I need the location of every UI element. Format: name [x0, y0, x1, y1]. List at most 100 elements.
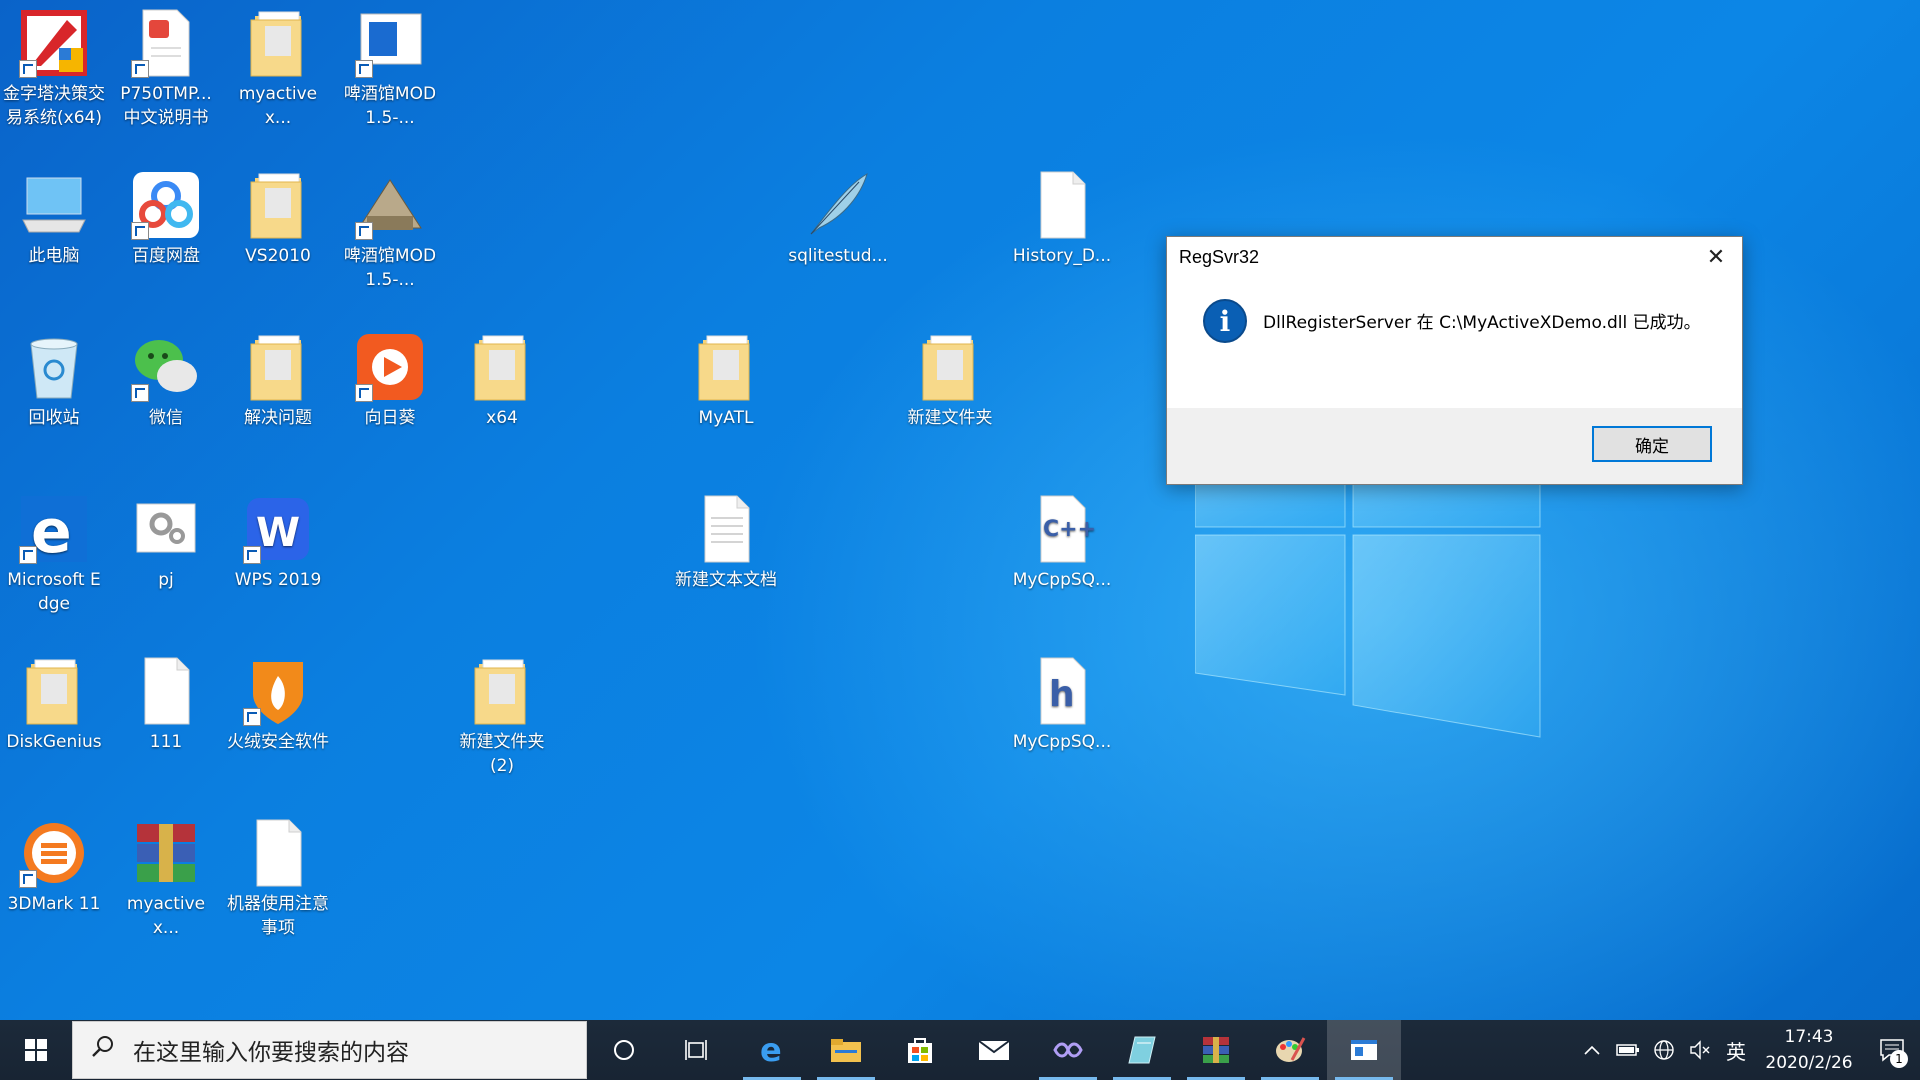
desktop-icon[interactable]: myactivex... [224, 0, 332, 130]
desktop-icon-label: VS2010 [245, 246, 311, 266]
desktop-icon-label: DiskGenius [6, 732, 102, 752]
desktop-icon[interactable]: 新建文件夹(2) [448, 648, 556, 778]
desktop-icon-label: 金字塔决策交易系统(x64) [3, 84, 105, 128]
folder-icon [465, 654, 539, 728]
desktop-icon[interactable]: W WPS 2019 [224, 486, 332, 592]
taskbar: 在这里输入你要搜索的内容 e 英 17:43 2020/2/26 1 [0, 1020, 1920, 1080]
notification-count-badge: 1 [1890, 1050, 1908, 1068]
clock-date: 2020/2/26 [1765, 1053, 1853, 1073]
edge-icon: e [17, 492, 91, 567]
desktop-icon[interactable]: 新建文件夹 [896, 324, 1004, 430]
file-explorer-icon[interactable] [809, 1020, 883, 1080]
start-button[interactable] [0, 1020, 72, 1080]
desktop-icon[interactable]: 微信 [112, 324, 220, 430]
sunflower-icon [353, 330, 427, 404]
visual-studio-icon[interactable] [1031, 1020, 1105, 1080]
desktop-icon[interactable]: 3DMark 11 [0, 810, 108, 916]
desktop-icon[interactable]: myactivex... [112, 810, 220, 940]
desktop-icon-label: 新建文本文档 [675, 570, 777, 590]
edge-icon[interactable]: e [735, 1020, 809, 1080]
shortcut-arrow-icon [131, 384, 149, 402]
desktop-icon-label: myactivex... [126, 894, 206, 938]
svg-text:e: e [31, 497, 72, 566]
desktop-icon[interactable]: h MyCppSQ... [1008, 648, 1116, 754]
battery-icon[interactable] [1610, 1020, 1646, 1080]
shortcut-arrow-icon [355, 384, 373, 402]
search-placeholder: 在这里输入你要搜索的内容 [133, 1040, 409, 1066]
cortana-icon[interactable] [587, 1020, 661, 1080]
dialog-title: RegSvr32 [1179, 247, 1260, 267]
desktop-icon[interactable]: 机器使用注意事项 [224, 810, 332, 940]
baidu-netdisk-icon [129, 168, 203, 242]
3dmark-icon [17, 816, 91, 890]
desktop-icon[interactable]: 啤酒馆MOD1.5-... [336, 0, 444, 130]
desktop-icon[interactable]: History_D... [1008, 162, 1116, 268]
action-center-icon[interactable]: 1 [1864, 1020, 1920, 1080]
desktop-icon[interactable]: C++ MyCppSQ... [1008, 486, 1116, 592]
shortcut-arrow-icon [131, 222, 149, 240]
desktop-icon-label: sqlitestud... [788, 246, 888, 266]
desktop-icon-label: 此电脑 [28, 246, 80, 266]
desktop-icon-label: x64 [486, 408, 518, 428]
search-box[interactable]: 在这里输入你要搜索的内容 [72, 1021, 587, 1079]
desktop-icon-label: MyCppSQ... [1012, 732, 1112, 752]
ok-button[interactable]: 确定 [1592, 426, 1712, 462]
desktop-icon[interactable]: DiskGenius [0, 648, 108, 754]
desktop-icon-label: 啤酒馆MOD1.5-... [343, 84, 437, 128]
desktop-icon-label: WPS 2019 [234, 570, 322, 590]
desktop-icon-label: MyATL [698, 408, 754, 428]
shortcut-arrow-icon [131, 60, 149, 78]
task-view-icon[interactable] [661, 1020, 735, 1080]
paint-icon[interactable] [1253, 1020, 1327, 1080]
store-icon[interactable] [883, 1020, 957, 1080]
winrar-icon[interactable] [1179, 1020, 1253, 1080]
svg-text:h: h [1049, 674, 1075, 715]
chevron-up-icon[interactable] [1574, 1020, 1610, 1080]
network-globe-icon[interactable] [1646, 1020, 1682, 1080]
desktop-icon-label: 啤酒馆MOD1.5-... [343, 246, 437, 290]
desktop-icon[interactable]: x64 [448, 324, 556, 430]
folder-icon [241, 168, 315, 242]
desktop-icon-label: 新建文件夹(2) [459, 732, 545, 776]
desktop-icon[interactable]: pj [112, 486, 220, 592]
dialog-footer: 确定 [1167, 408, 1742, 484]
desktop-icon[interactable]: VS2010 [224, 162, 332, 268]
regsvr-window-icon[interactable] [1327, 1020, 1401, 1080]
desktop-icon-label: P750TMP...中文说明书 [120, 84, 212, 128]
desktop-icon[interactable]: 新建文本文档 [672, 486, 780, 592]
h-file-icon: h [1025, 654, 1099, 728]
desktop-icon[interactable]: sqlitestud... [784, 162, 892, 268]
info-icon: i [1203, 299, 1247, 343]
desktop-icon[interactable]: 回收站 [0, 324, 108, 430]
desktop-icon[interactable]: MyATL [672, 324, 780, 430]
game-icon [353, 168, 427, 242]
file-icon [1025, 168, 1099, 242]
desktop-icon-label: MyCppSQ... [1012, 570, 1112, 590]
desktop-icon[interactable]: 向日葵 [336, 324, 444, 430]
desktop-icon[interactable]: 啤酒馆MOD1.5-... [336, 162, 444, 292]
dialog-body: i DllRegisterServer 在 C:\MyActiveXDemo.d… [1167, 297, 1742, 343]
settings-file-icon [129, 492, 203, 566]
mail-icon[interactable] [957, 1020, 1031, 1080]
clock[interactable]: 17:43 2020/2/26 [1754, 1024, 1864, 1076]
desktop-icon[interactable]: 解决问题 [224, 324, 332, 430]
shortcut-arrow-icon [355, 222, 373, 240]
desktop-icon[interactable]: 此电脑 [0, 162, 108, 268]
desktop-icon[interactable]: 火绒安全软件 [224, 648, 332, 754]
desktop-icon-label: pj [158, 570, 174, 590]
app-window-icon [353, 6, 427, 80]
system-tray: 英 17:43 2020/2/26 1 [1574, 1020, 1920, 1080]
close-icon[interactable]: ✕ [1698, 241, 1734, 273]
speaker-muted-icon[interactable] [1682, 1020, 1718, 1080]
desktop-icon[interactable]: e Microsoft Edge [0, 486, 108, 616]
desktop-icon[interactable]: 百度网盘 [112, 162, 220, 268]
desktop-icon[interactable]: 111 [112, 648, 220, 754]
notepad-icon[interactable] [1105, 1020, 1179, 1080]
windows-start-icon [25, 1039, 47, 1061]
desktop-icon-label: 回收站 [28, 408, 80, 428]
folder-icon [465, 330, 539, 404]
desktop-icon[interactable]: P750TMP...中文说明书 [112, 0, 220, 130]
shortcut-arrow-icon [243, 708, 261, 726]
ime-indicator[interactable]: 英 [1718, 1020, 1754, 1080]
desktop-icon[interactable]: 金字塔决策交易系统(x64) [0, 0, 108, 130]
